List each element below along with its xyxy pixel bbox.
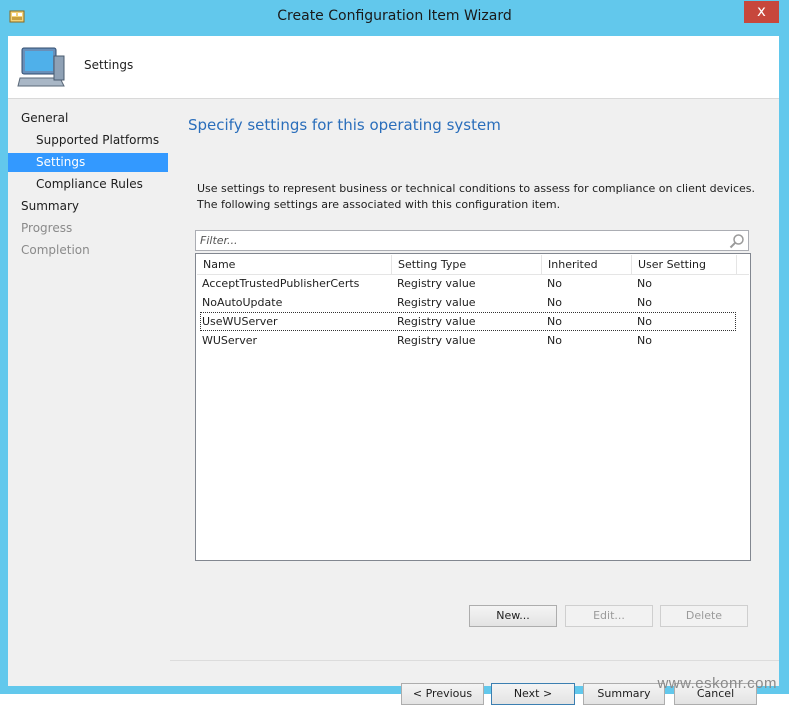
summary-button[interactable]: Summary xyxy=(583,683,665,705)
close-button[interactable]: x xyxy=(744,1,779,23)
window-title: Create Configuration Item Wizard xyxy=(277,8,512,24)
wizard-client: Settings General Supported Platforms Set… xyxy=(8,36,779,705)
cell-name: WUServer xyxy=(202,334,257,347)
new-setting-button[interactable]: New... xyxy=(469,605,557,627)
description-line-2: The following settings are associated wi… xyxy=(197,198,561,211)
column-header-user-setting[interactable]: User Setting xyxy=(632,255,737,274)
cell-user-setting: No xyxy=(637,334,652,347)
filter-input[interactable]: Filter... xyxy=(195,230,749,251)
cell-name: AcceptTrustedPublisherCerts xyxy=(202,277,360,290)
table-row[interactable]: UseWUServer Registry value No No xyxy=(200,312,736,331)
delete-setting-button[interactable]: Delete xyxy=(660,605,748,627)
settings-grid[interactable]: Name Setting Type Inherited User Setting… xyxy=(195,253,751,561)
page-title: Specify settings for this operating syst… xyxy=(188,116,501,134)
wizard-nav: General Supported Platforms Settings Com… xyxy=(8,99,170,686)
grid-header: Name Setting Type Inherited User Setting xyxy=(197,255,749,275)
nav-item-progress: Progress xyxy=(21,221,73,235)
footer-divider xyxy=(170,660,779,661)
header-step-label: Settings xyxy=(84,58,134,72)
cell-name: NoAutoUpdate xyxy=(202,296,283,309)
column-header-setting-type[interactable]: Setting Type xyxy=(392,255,542,274)
cell-setting-type: Registry value xyxy=(397,296,476,309)
title-bar[interactable]: Create Configuration Item Wizard x xyxy=(0,0,789,36)
cell-setting-type: Registry value xyxy=(397,277,476,290)
next-button[interactable]: Next > xyxy=(491,683,575,705)
cell-inherited: No xyxy=(547,296,562,309)
cell-inherited: No xyxy=(547,315,562,328)
cell-user-setting: No xyxy=(637,315,652,328)
nav-item-summary[interactable]: Summary xyxy=(8,197,168,216)
table-row[interactable]: WUServer Registry value No No xyxy=(200,331,736,350)
wizard-main: Specify settings for this operating syst… xyxy=(170,99,779,705)
table-row[interactable]: NoAutoUpdate Registry value No No xyxy=(200,293,736,312)
nav-item-completion: Completion xyxy=(21,243,90,257)
cell-user-setting: No xyxy=(637,277,652,290)
page-description: Use settings to represent business or te… xyxy=(197,181,757,213)
table-row[interactable]: AcceptTrustedPublisherCerts Registry val… xyxy=(200,274,736,293)
column-header-name[interactable]: Name xyxy=(197,255,392,274)
nav-item-settings[interactable]: Settings xyxy=(8,153,168,172)
cell-setting-type: Registry value xyxy=(397,334,476,347)
cell-inherited: No xyxy=(547,334,562,347)
wizard-header: Settings xyxy=(8,36,779,99)
wizard-window: Create Configuration Item Wizard x Setti… xyxy=(0,0,789,705)
edit-setting-button[interactable]: Edit... xyxy=(565,605,653,627)
cell-setting-type: Registry value xyxy=(397,315,476,328)
computer-icon xyxy=(17,47,65,87)
cell-name: UseWUServer xyxy=(202,315,278,328)
nav-item-compliance-rules[interactable]: Compliance Rules xyxy=(8,175,168,194)
cell-user-setting: No xyxy=(637,296,652,309)
nav-item-supported-platforms[interactable]: Supported Platforms xyxy=(8,131,168,150)
description-line-1: Use settings to represent business or te… xyxy=(197,182,756,195)
filter-placeholder: Filter... xyxy=(200,234,238,247)
previous-button[interactable]: < Previous xyxy=(401,683,484,705)
watermark-text: www.eskonr.com xyxy=(657,675,777,692)
nav-item-general[interactable]: General xyxy=(8,109,168,128)
search-icon xyxy=(729,234,744,249)
column-header-inherited[interactable]: Inherited xyxy=(542,255,632,274)
cell-inherited: No xyxy=(547,277,562,290)
